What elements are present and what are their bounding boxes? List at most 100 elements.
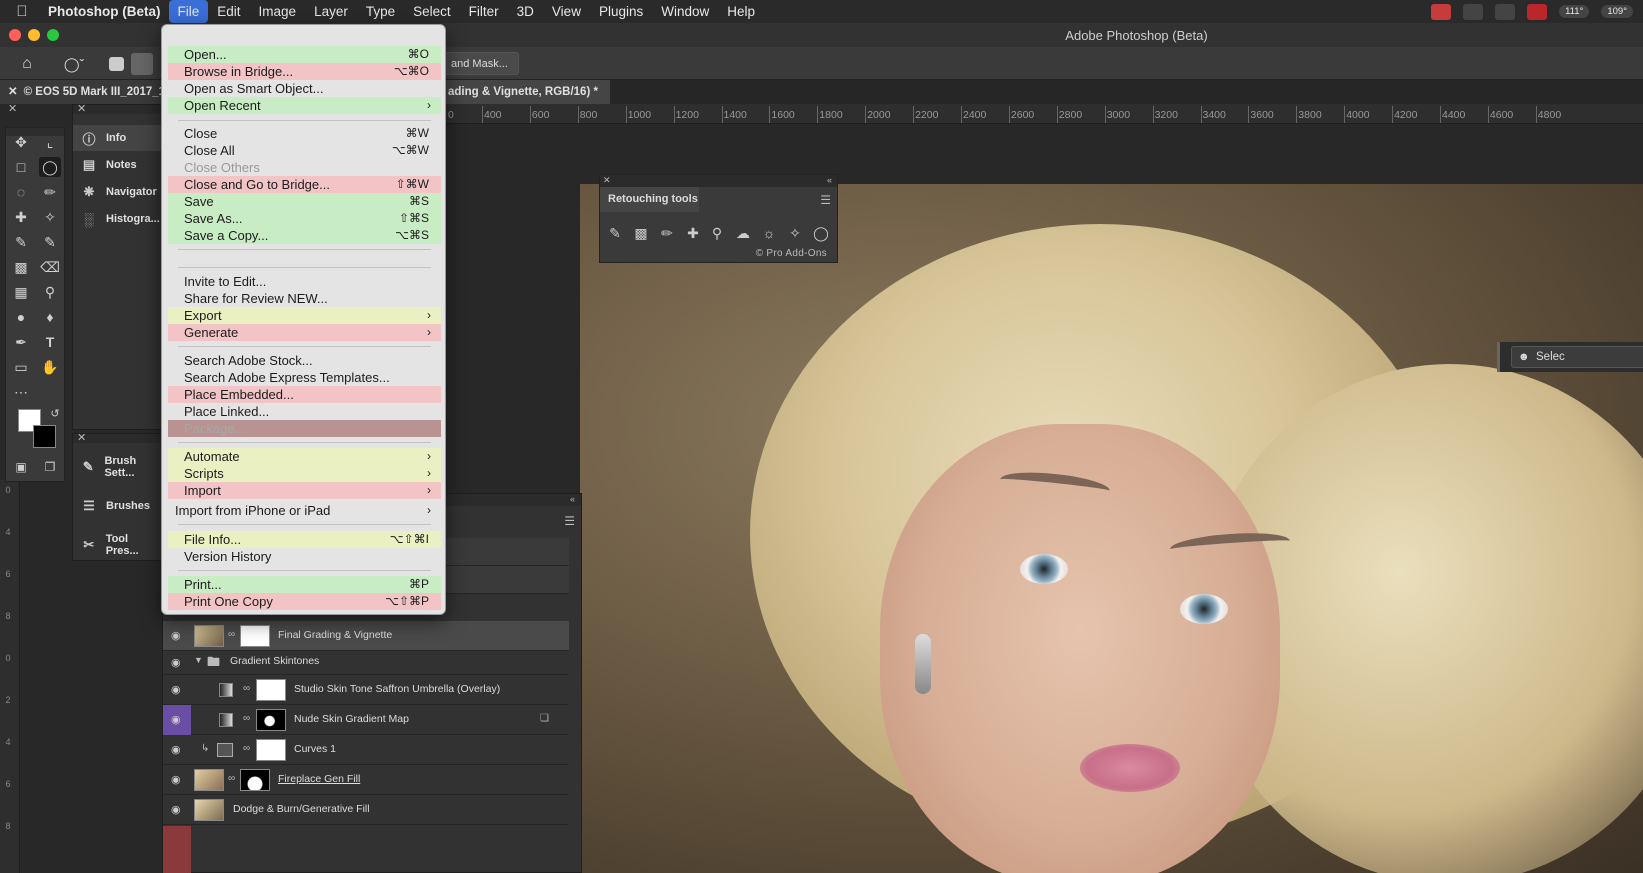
brush-icon[interactable]: ✏ [658,224,676,242]
panel-brushes[interactable]: ☰ Brushes [73,493,163,519]
menu-item-export[interactable]: Export › [168,307,441,324]
eye-icon[interactable]: ◉ [171,713,185,726]
lasso-preset-picker[interactable]: ◯ˇ [55,53,93,75]
eye-icon[interactable]: ◉ [171,683,185,696]
menu-filter[interactable]: Filter [460,0,508,23]
screen-mode-icon[interactable]: ❐ [39,457,61,477]
menu-plugins[interactable]: Plugins [590,0,652,23]
menu-item-place-linked[interactable]: Place Linked... [168,403,441,420]
hand-icon[interactable]: ✋ [39,357,61,377]
menu-item-place-embedded[interactable]: Place Embedded... [168,386,441,403]
menu-item-open-smart-object[interactable]: Open as Smart Object... [168,80,441,97]
menu-item-print[interactable]: Print... ⌘P [168,576,441,593]
menu-item-import[interactable]: Import › [168,482,441,499]
dodge-brush-icon[interactable]: ✎ [606,224,624,242]
panel-brush-settings[interactable]: ✎ Brush Sett... [73,454,163,480]
hamburger-icon[interactable]: ☰ [564,514,575,528]
eye-icon[interactable]: ◉ [171,743,185,756]
magnifier-icon[interactable]: ⚲ [708,224,726,242]
menu-item-close-go-bridge[interactable]: Close and Go to Bridge... ⇧⌘W [168,176,441,193]
background-color-swatch[interactable] [33,425,56,448]
menu-edit[interactable]: Edit [208,0,249,23]
cloud-icon[interactable]: ☁ [734,224,752,242]
menu-item-save-as[interactable]: Save As... ⇧⌘S [168,210,441,227]
menu-help[interactable]: Help [718,0,764,23]
chevron-down-icon[interactable]: ▼ [194,655,203,665]
layer-row[interactable]: ◉ Dodge & Burn/Generative Fill [163,795,569,825]
type-icon[interactable]: T [39,332,61,352]
brush-icon[interactable]: ✎ [10,232,32,252]
panel-notes[interactable]: ▤ Notes [73,152,163,178]
tab-document-2[interactable]: ading & Vignette, RGB/16) * [440,80,610,104]
menu-view[interactable]: View [543,0,590,23]
pen-icon[interactable]: ✒ [10,332,32,352]
menu-item-print-one-copy[interactable]: Print One Copy ⌥⇧⌘P [168,593,441,610]
app-name-menu[interactable]: Photoshop (Beta) [44,4,169,19]
menu-image[interactable]: Image [250,0,306,23]
menu-window[interactable]: Window [652,0,718,23]
menu-item-file-info[interactable]: File Info... ⌥⇧⌘I [168,531,441,548]
app-icon[interactable] [1527,3,1548,20]
creative-cloud-icon[interactable] [1495,3,1516,20]
quick-mask-icon[interactable]: ▣ [10,457,32,477]
layer-row[interactable]: ◉ ∞ Studio Skin Tone Saffron Umbrella (O… [163,675,569,705]
document-image[interactable] [580,184,1643,873]
lasso-icon[interactable]: ◯ [39,157,61,177]
menu-3d[interactable]: 3D [508,0,543,23]
mixer-brush-icon[interactable]: ✎ [39,232,61,252]
layer-row[interactable]: ◉ ∞ Final Grading & Vignette [163,621,569,651]
menu-item-automate[interactable]: Automate › [168,448,441,465]
hamburger-icon[interactable]: ☰ [820,193,831,207]
menu-item-close[interactable]: Close ⌘W [168,125,441,142]
marquee-icon[interactable]: □ [10,157,32,177]
eraser-icon[interactable]: ⌫ [39,257,61,277]
menu-item-open[interactable]: Open... ⌘O [168,46,441,63]
add-selection-icon[interactable] [131,53,153,75]
menu-file[interactable]: File [168,0,209,23]
close-icon[interactable]: ✕ [603,175,611,186]
home-icon[interactable]: ⌂ [14,53,40,75]
menu-item-save[interactable]: Save ⌘S [168,193,441,210]
notification-icon[interactable] [1431,3,1452,20]
retouching-tools-tab[interactable]: Retouching tools [600,187,699,212]
move-icon[interactable]: ✥ [10,132,32,152]
more-tools-icon[interactable]: ⋯ [10,382,32,402]
menu-item-browse-in-bridge[interactable]: Browse in Bridge... ⌥⌘O [168,63,441,80]
menu-item-import-iphone[interactable]: Import from iPhone or iPad › [168,502,441,519]
crop-icon[interactable]: ⌞ [39,132,61,152]
bandage-icon[interactable]: ✚ [684,224,702,242]
close-icon[interactable]: ✕ [77,102,86,115]
swap-colors-icon[interactable]: ↺ [44,404,66,424]
layer-group-row[interactable]: ◉ ▼ 🖿 Gradient Skintones [163,648,569,675]
menu-select[interactable]: Select [404,0,460,23]
layer-row[interactable]: ◉ ↳ ∞ Curves 1 [163,735,569,765]
patch-icon[interactable]: ✧ [786,224,804,242]
close-icon[interactable]: ✕ [77,431,86,444]
zoom-icon[interactable]: ⚲ [39,282,61,302]
clone-stamp-icon[interactable]: ▩ [10,257,32,277]
menu-layer[interactable]: Layer [305,0,357,23]
eye-icon[interactable]: ◉ [171,803,185,816]
sun-icon[interactable]: ☼ [760,224,778,242]
menu-item-version-history[interactable]: Version History [168,548,441,565]
menu-item-share-for-review[interactable]: Share for Review NEW... [168,290,441,307]
layer-row[interactable]: ◉ ∞ Fireplace Gen Fill [163,765,569,795]
rectangle-icon[interactable]: ▭ [10,357,32,377]
new-selection-icon[interactable] [109,57,124,71]
menu-item-save-copy[interactable]: Save a Copy... ⌥⌘S [168,227,441,244]
stamp-icon[interactable]: ▩ [632,224,650,242]
panel-histogram[interactable]: ░ Histogra... [73,206,163,232]
temperature-readout[interactable]: 111° [1559,5,1590,18]
menu-item-search-stock[interactable]: Search Adobe Stock... [168,352,441,369]
collapse-icon[interactable]: « [827,175,832,185]
dropbox-icon[interactable] [1463,3,1484,20]
select-and-mask-button[interactable]: and Mask... [440,52,519,75]
menu-item-close-all[interactable]: Close All ⌥⌘W [168,142,441,159]
panel-navigator[interactable]: ❋ Navigator [73,179,163,205]
dodge-icon[interactable]: ● [10,307,32,327]
menu-item-open-recent[interactable]: Open Recent › [168,97,441,114]
temperature-readout-2[interactable]: 109° [1601,5,1633,18]
menu-item-generate[interactable]: Generate › [168,324,441,341]
layer-row[interactable]: ◉ ∞ Nude Skin Gradient Map ❏ [163,705,569,735]
select-subject-button[interactable]: ☻ Selec [1511,346,1643,368]
